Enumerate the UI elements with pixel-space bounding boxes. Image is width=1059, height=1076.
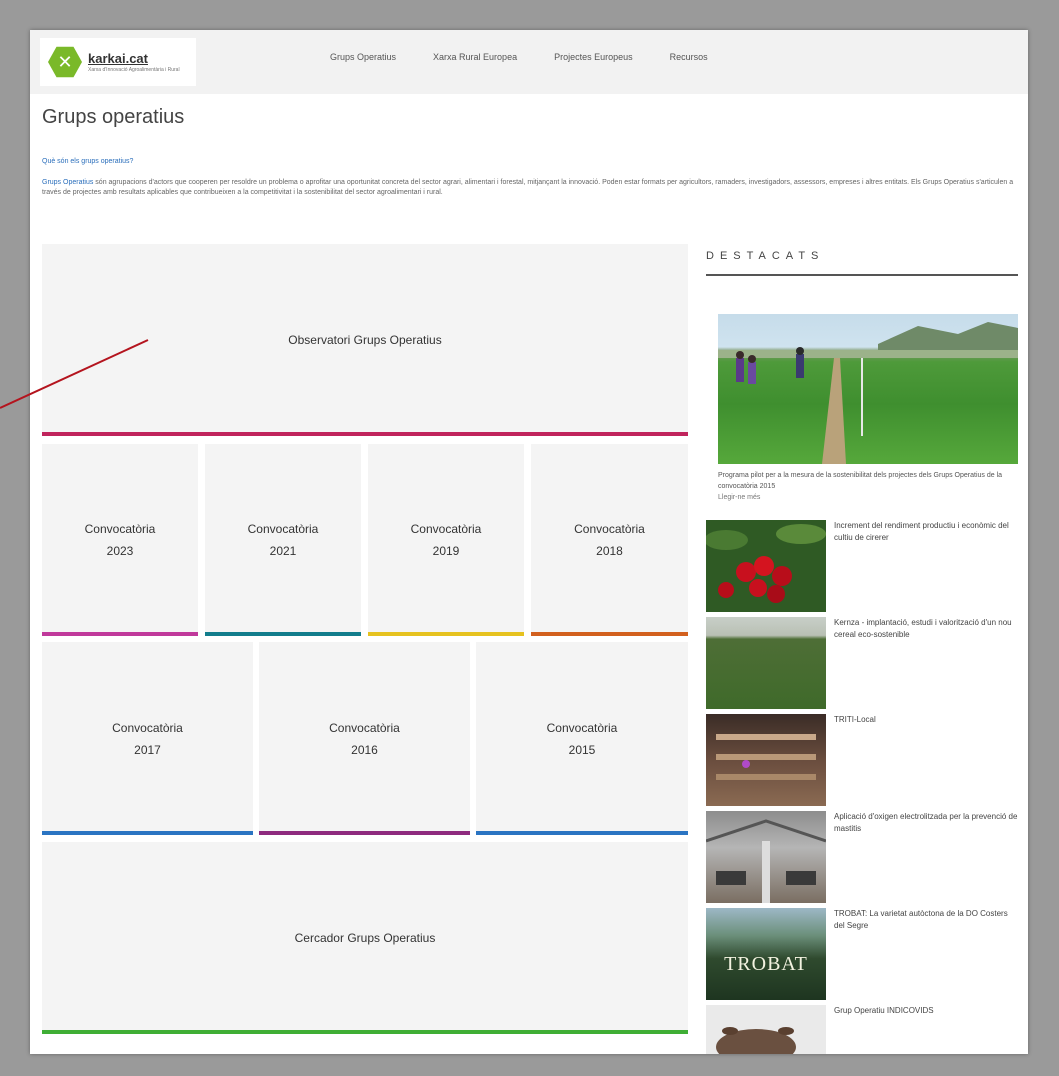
news-thumb-cherries	[706, 520, 826, 612]
tile-call-2019[interactable]: Convocatòria 2019	[368, 444, 524, 636]
tile-call-label: Convocatòria 2015	[546, 720, 618, 757]
tile-call-label: Convocatòria 2021	[247, 522, 319, 558]
tile-call-2015[interactable]: Convocatòria 2015	[476, 642, 688, 835]
news-item[interactable]: Grup Operatiu INDICOVIDS	[706, 1005, 1018, 1054]
news-thumb-goats	[706, 1005, 826, 1054]
tile-call-2021[interactable]: Convocatòria 2021	[205, 444, 361, 636]
logo-name: karkai.cat	[88, 51, 148, 66]
browser-viewport: ✕ karkai.cat Xarxa d'Innovació Agroalime…	[30, 30, 1028, 1054]
tile-call-bar	[205, 632, 361, 636]
nav-item-projectes-europeus[interactable]: Projectes Europeus	[554, 52, 633, 62]
sidebar-highlights: DESTACATS Programa pilot per a la mesura…	[706, 244, 1018, 1054]
feature-image[interactable]	[718, 314, 1018, 464]
top-navbar: ✕ karkai.cat Xarxa d'Innovació Agroalime…	[30, 30, 1028, 94]
news-title[interactable]: Aplicació d'oxigen electrolitzada per la…	[834, 811, 1018, 835]
nav-item-xarxa-rural[interactable]: Xarxa Rural Europea	[433, 52, 517, 62]
news-thumb-cow-barn	[706, 811, 826, 903]
tile-search[interactable]: Cercador Grups Operatius	[42, 842, 688, 1034]
tile-call-2017[interactable]: Convocatòria 2017	[42, 642, 253, 835]
news-title[interactable]: Kernza - implantació, estudi i valoritza…	[834, 617, 1018, 641]
tile-call-label: Convocatòria 2019	[410, 522, 482, 558]
news-title[interactable]: Grup Operatiu INDICOVIDS	[834, 1005, 1018, 1017]
feature-read-more-link[interactable]: Llegir-ne més	[718, 494, 760, 501]
tile-call-bar	[368, 632, 524, 636]
sidebar-divider	[706, 274, 1018, 276]
news-title[interactable]: TRITI-Local	[834, 714, 1018, 726]
news-item[interactable]: Kernza - implantació, estudi i valoritza…	[706, 617, 1018, 709]
tile-call-2018[interactable]: Convocatòria 2018	[531, 444, 688, 636]
news-item[interactable]: Aplicació d'oxigen electrolitzada per la…	[706, 811, 1018, 903]
tile-search-label: Cercador Grups Operatius	[294, 931, 436, 945]
nav-item-grups-operatius[interactable]: Grups Operatius	[330, 52, 396, 62]
tile-call-label: Convocatòria 2023	[84, 522, 156, 558]
news-thumb-triti-local	[706, 714, 826, 806]
intro-body: són agrupacions d'actors que cooperen pe…	[42, 179, 1014, 196]
feature-caption[interactable]: Programa pilot per a la mesura de la sos…	[718, 470, 1018, 492]
intro-paragraph: Grups Operatius són agrupacions d'actors…	[42, 178, 1014, 198]
news-title[interactable]: Increment del rendiment productiu i econ…	[834, 520, 1018, 544]
tile-call-label: Convocatòria 2018	[574, 522, 645, 558]
tile-call-bar	[42, 632, 198, 636]
news-thumb-trobat: TROBAT	[706, 908, 826, 1000]
tile-call-2016[interactable]: Convocatòria 2016	[259, 642, 470, 835]
news-item[interactable]: Increment del rendiment productiu i econ…	[706, 520, 1018, 612]
nav-item-recursos[interactable]: Recursos	[670, 52, 708, 62]
tile-call-bar	[476, 831, 688, 835]
logo-x-icon: ✕	[48, 46, 82, 78]
trobat-thumb-text: TROBAT	[724, 952, 808, 975]
news-thumb-kernza-field	[706, 617, 826, 709]
tile-call-bar	[259, 831, 470, 835]
tile-call-label: Convocatòria 2017	[112, 720, 183, 757]
tile-call-bar	[531, 632, 688, 636]
intro-lead-link[interactable]: Grups Operatius	[42, 179, 93, 186]
tile-call-bar	[42, 831, 253, 835]
tile-observatory[interactable]: Observatori Grups Operatius	[42, 244, 688, 436]
tile-call-label: Convocatòria 2016	[329, 720, 400, 757]
tile-call-2023[interactable]: Convocatòria 2023	[42, 444, 198, 636]
main-menu: Grups Operatius Xarxa Rural Europea Proj…	[330, 52, 745, 62]
tile-observatory-bar	[42, 432, 688, 436]
news-title[interactable]: TROBAT: La varietat autòctona de la DO C…	[834, 908, 1018, 932]
logo-tagline: Xarxa d'Innovació Agroalimentària i Rura…	[88, 67, 180, 73]
news-item[interactable]: TRITI-Local	[706, 714, 1018, 806]
sidebar-heading: DESTACATS	[706, 250, 825, 262]
tile-observatory-label: Observatori Grups Operatius	[288, 333, 442, 347]
site-logo[interactable]: ✕ karkai.cat Xarxa d'Innovació Agroalime…	[40, 38, 196, 86]
what-are-operational-groups-link[interactable]: Què són els grups operatius?	[42, 158, 133, 165]
page-title: Grups operatius	[42, 106, 185, 128]
tile-search-bar	[42, 1030, 688, 1034]
feature-photo-field	[718, 322, 1018, 464]
news-item[interactable]: TROBAT TROBAT: La varietat autòctona de …	[706, 908, 1018, 1000]
